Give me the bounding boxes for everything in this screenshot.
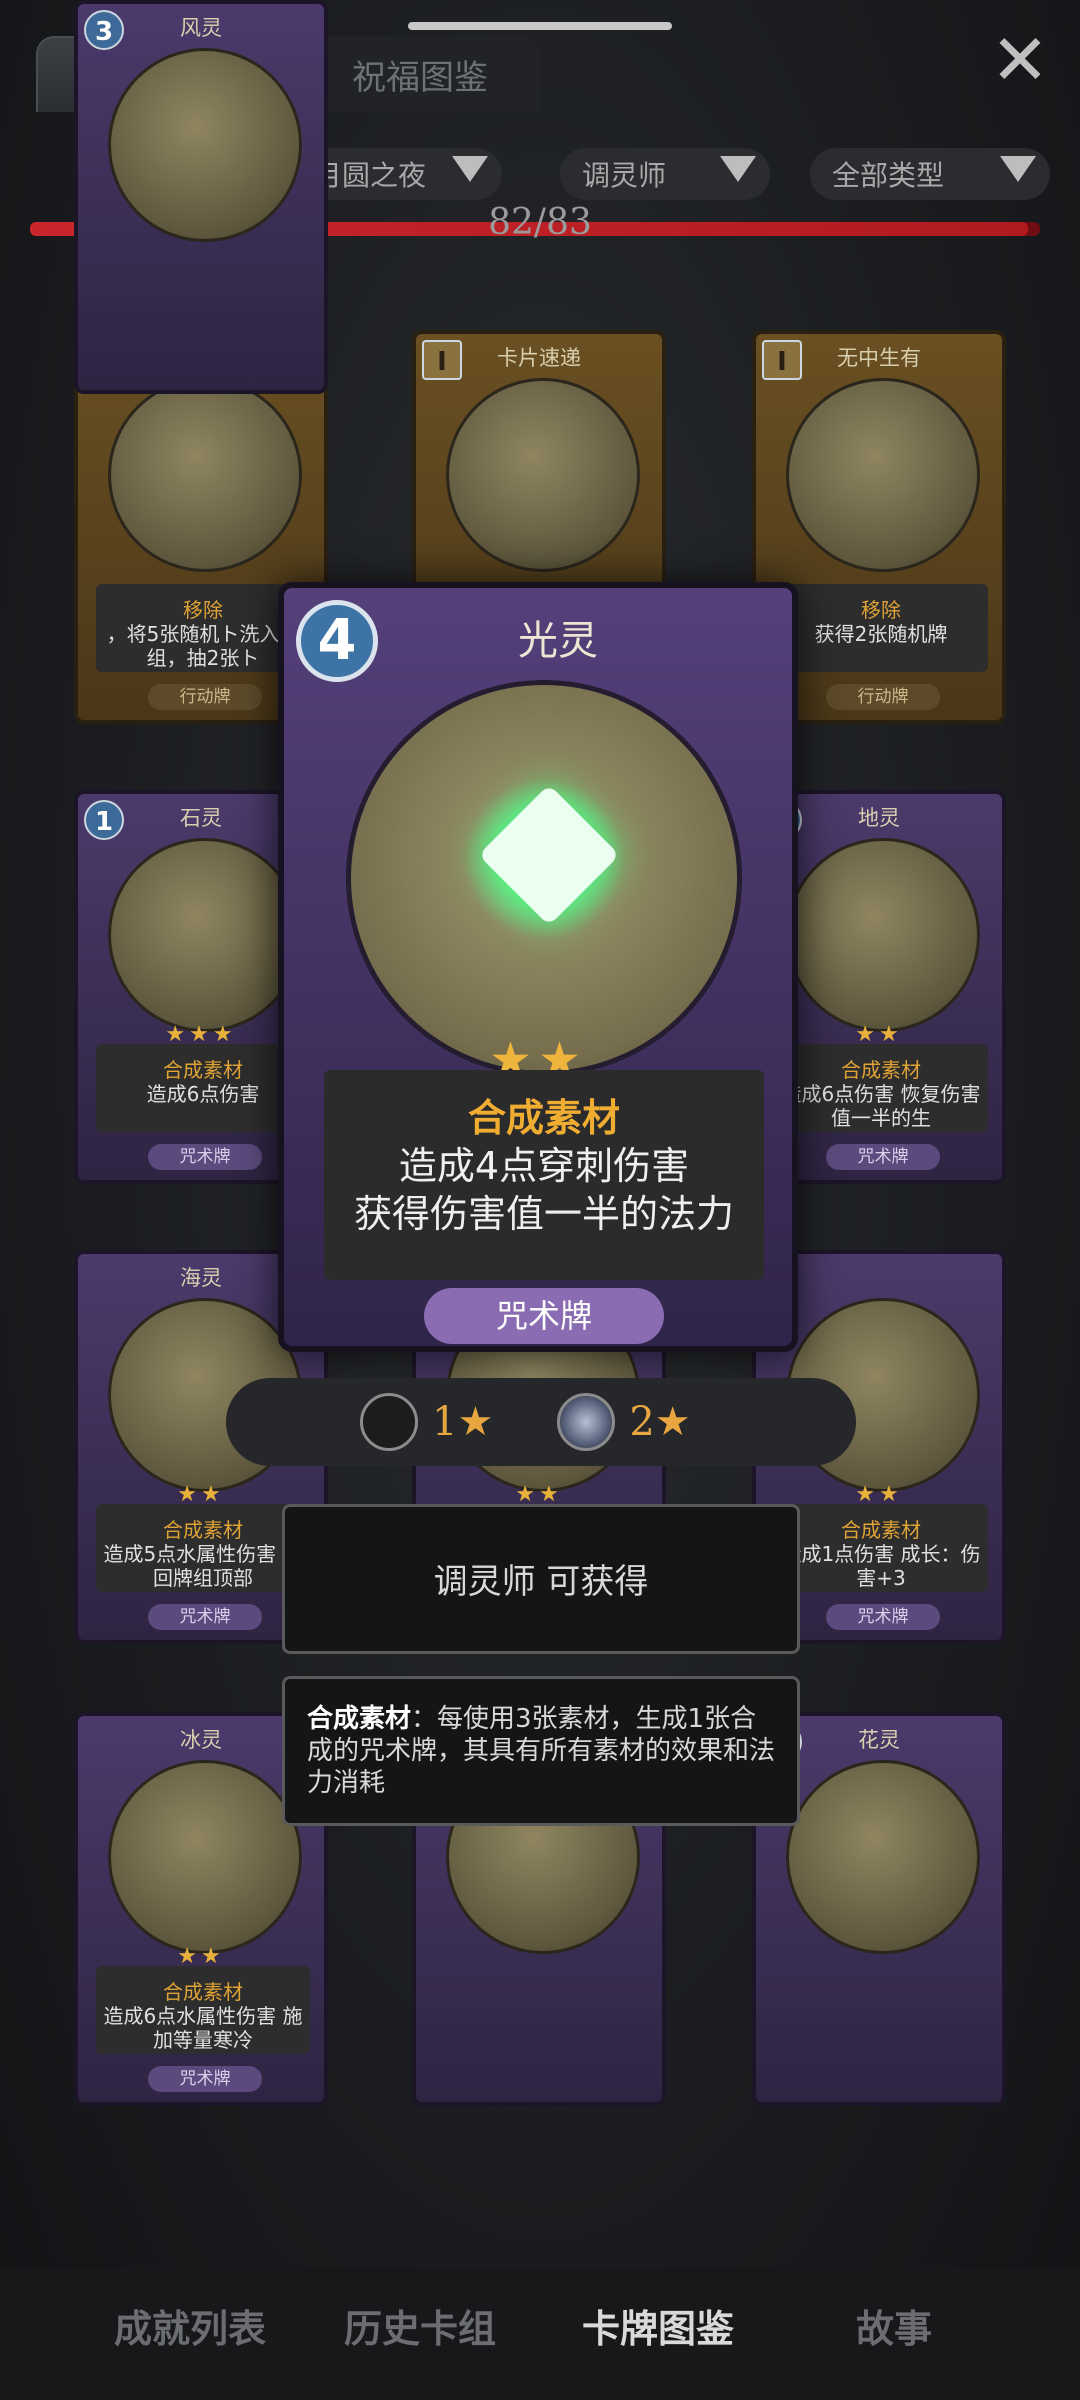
card-tile-art (108, 1760, 302, 1954)
nav-history-decks[interactable]: 历史卡组 (344, 2298, 496, 2353)
card-tile-keyword: 合成素材 (163, 1980, 243, 2004)
card-description: 合成素材 造成4点穿刺伤害 获得伤害值一半的法力 (324, 1070, 764, 1280)
nav-card-gallery[interactable]: 卡牌图鉴 (582, 2298, 734, 2353)
card-keyword: 合成素材 (467, 1096, 620, 1140)
card-desc-line2: 获得伤害值一半的法力 (353, 1192, 734, 1236)
nav-story[interactable]: 故事 (856, 2298, 932, 2353)
card-tile-desc-text: 获得2张随机牌 (814, 622, 948, 646)
card-tile-type: 咒术牌 (148, 1604, 262, 1630)
card-tile-keyword: 合成素材 (841, 1518, 921, 1542)
card-tile-cost: I (422, 340, 462, 380)
card-tile-keyword: 合成素材 (841, 1058, 921, 1082)
card-tile[interactable]: 风灵 3 (74, 0, 328, 394)
card-tile-cost: I (762, 340, 802, 380)
star-level-selector: 1★ 2★ (226, 1378, 856, 1466)
card-type-badge: 咒术牌 (424, 1288, 664, 1344)
filter-class[interactable]: 调灵师 (560, 148, 770, 200)
card-tile-art (446, 378, 640, 572)
close-icon[interactable]: ✕ (990, 25, 1050, 95)
card-tile-type: 咒术牌 (826, 1144, 940, 1170)
light-spirit-icon (478, 784, 620, 926)
card-tile-desc: 合成素材 造成6点伤害 恢复伤害值一半的生 (774, 1044, 988, 1132)
star-level-2-label: 2★ (629, 1399, 691, 1445)
chevron-down-icon (720, 156, 756, 182)
card-tile-desc: 合成素材 造成6点水属性伤害 施加等量寒冷 (96, 1966, 310, 2054)
star-level-1-button[interactable] (360, 1393, 418, 1451)
card-tile-art (108, 838, 302, 1032)
nav-achievements[interactable]: 成就列表 (114, 2298, 266, 2353)
card-detail-popup[interactable]: 4 光灵 ★★ 合成素材 造成4点穿刺伤害 获得伤害值一半的法力 咒术牌 (278, 582, 798, 1352)
star-level-2-button[interactable] (557, 1393, 616, 1451)
card-art (346, 680, 742, 1076)
card-tile-type: 行动牌 (826, 684, 940, 710)
keyword-tooltip: 合成素材：每使用3张素材，生成1张合成的咒术牌，其具有所有素材的效果和法力消耗 (282, 1676, 800, 1826)
card-title: 光灵 (518, 618, 598, 664)
bottom-nav: 成就列表 历史卡组 卡牌图鉴 故事 (0, 2268, 1080, 2400)
star-level-1-label: 1★ (432, 1399, 494, 1445)
chevron-down-icon (1000, 156, 1036, 182)
card-tile-type: 行动牌 (148, 684, 262, 710)
card-tile-cost: 1 (84, 800, 124, 840)
card-tile-desc-text: 造成6点伤害 恢复伤害值一半的生 (781, 1082, 981, 1130)
card-tile-keyword: 移除 (861, 598, 901, 622)
card-tile-desc: 合成素材 造成1点伤害 成长：伤害+3 (774, 1504, 988, 1592)
card-tile-desc-text: 造成1点伤害 成长：伤害+3 (781, 1542, 981, 1590)
card-desc-line1: 造成4点穿刺伤害 (398, 1144, 690, 1188)
obtain-info: 调灵师 可获得 (282, 1504, 800, 1654)
tab-blessings[interactable]: 祝福图鉴 (300, 36, 540, 112)
card-tile-art (108, 48, 302, 242)
filter-type-label: 全部类型 (832, 159, 945, 192)
card-tile-desc-text: 造成6点水属性伤害 施加等量寒冷 (103, 2004, 303, 2052)
filter-type[interactable]: 全部类型 (810, 148, 1050, 200)
card-tile-desc: 合成素材 造成5点水属性伤害 返回牌组顶部 (96, 1504, 310, 1592)
card-tile-type: 咒术牌 (148, 2066, 262, 2092)
card-tile-art (786, 1760, 980, 1954)
card-tile-art (786, 838, 980, 1032)
card-tile-art (786, 378, 980, 572)
filter-mode-label: 月圆之夜 (314, 159, 427, 192)
card-tile-cost: 3 (84, 10, 124, 50)
card-tile-keyword: 合成素材 (163, 1518, 243, 1542)
drag-handle[interactable] (408, 22, 672, 30)
card-tile-type: 咒术牌 (826, 1604, 940, 1630)
chevron-down-icon (452, 156, 488, 182)
card-tile-desc-text: 造成5点水属性伤害 返回牌组顶部 (103, 1542, 303, 1590)
card-tile-art (108, 378, 302, 572)
card-tile-desc: 移除 获得2张随机牌 (774, 584, 988, 672)
card-tile-type: 咒术牌 (148, 1144, 262, 1170)
filter-class-label: 调灵师 (582, 159, 667, 192)
tooltip-term: 合成素材 (307, 1704, 412, 1734)
